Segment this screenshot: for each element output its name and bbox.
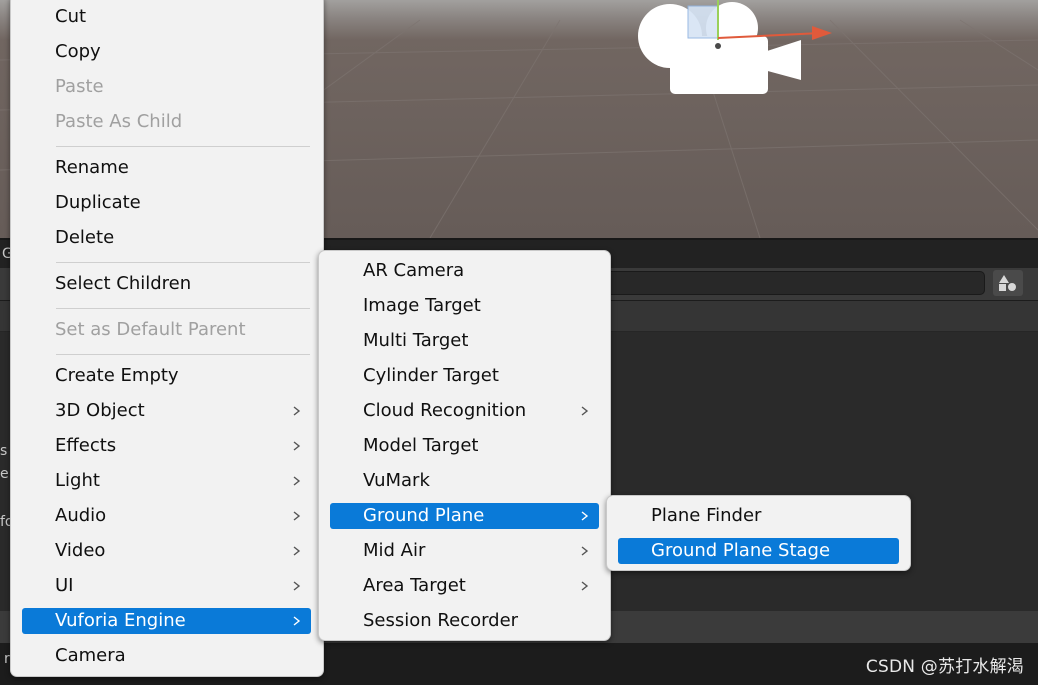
- menu-item-label: Create Empty: [55, 365, 179, 386]
- watermark: CSDN @苏打水解渴: [865, 657, 1024, 677]
- menu-item-label: Delete: [55, 227, 115, 248]
- menu-item-label: UI: [55, 575, 74, 596]
- menu-separator: [56, 308, 310, 309]
- menu-item-create-empty[interactable]: Create Empty: [22, 363, 311, 389]
- menu-item-audio[interactable]: Audio: [22, 503, 311, 529]
- menu-separator: [56, 262, 310, 263]
- menu-item-label: Light: [55, 470, 100, 491]
- menu-item-paste: Paste: [22, 74, 311, 100]
- chevron-right-icon: [581, 511, 589, 521]
- menu-item-duplicate[interactable]: Duplicate: [22, 190, 311, 216]
- menu-item-delete[interactable]: Delete: [22, 225, 311, 251]
- side-text-1: s: [0, 443, 8, 459]
- menu-item-label: Image Target: [363, 295, 481, 316]
- chevron-right-icon: [293, 581, 301, 591]
- menu-item-label: Effects: [55, 435, 117, 456]
- menu-item-label: Camera: [55, 645, 126, 666]
- menu-item-label: Paste As Child: [55, 111, 183, 132]
- menu-separator: [56, 354, 310, 355]
- menu-item-label: Ground Plane: [363, 505, 485, 526]
- chevron-right-icon: [581, 581, 589, 591]
- menu-item-3d-object[interactable]: 3D Object: [22, 398, 311, 424]
- menu-item-multi-target[interactable]: Multi Target: [330, 328, 599, 354]
- context-menu: Cut Copy Paste Paste As Child Rename Duplicat…: [10, 0, 324, 677]
- menu-item-cut[interactable]: Cut: [22, 4, 311, 30]
- menu-item-cylinder-target[interactable]: Cylinder Target: [330, 363, 599, 389]
- menu-item-effects[interactable]: Effects: [22, 433, 311, 459]
- menu-separator: [56, 146, 310, 147]
- menu-item-label: Video: [55, 540, 106, 561]
- menu-item-light[interactable]: Light: [22, 468, 311, 494]
- menu-item-label: Copy: [55, 41, 101, 62]
- menu-item-label: Cylinder Target: [363, 365, 499, 386]
- menu-item-label: Area Target: [363, 575, 466, 596]
- status-text: r: [4, 651, 10, 667]
- chevron-right-icon: [293, 546, 301, 556]
- filter-button[interactable]: [993, 270, 1023, 296]
- menu-item-label: Rename: [55, 157, 129, 178]
- menu-item-label: Paste: [55, 76, 104, 97]
- chevron-right-icon: [581, 406, 589, 416]
- chevron-right-icon: [293, 511, 301, 521]
- menu-item-ground-plane-stage[interactable]: Ground Plane Stage: [618, 538, 899, 564]
- menu-item-video[interactable]: Video: [22, 538, 311, 564]
- chevron-right-icon: [293, 616, 301, 626]
- chevron-right-icon: [293, 441, 301, 451]
- menu-item-label: Cut: [55, 6, 87, 27]
- menu-item-cloud-recognition[interactable]: Cloud Recognition: [330, 398, 599, 424]
- menu-item-label: Set as Default Parent: [55, 319, 246, 340]
- menu-item-select-children[interactable]: Select Children: [22, 271, 311, 297]
- chevron-right-icon: [581, 546, 589, 556]
- menu-item-label: Plane Finder: [651, 505, 762, 526]
- shapes-filter-icon: [999, 275, 1016, 291]
- menu-item-label: Session Recorder: [363, 610, 519, 631]
- menu-item-label: Ground Plane Stage: [651, 540, 831, 561]
- menu-item-ui[interactable]: UI: [22, 573, 311, 599]
- menu-item-set-as-default-parent: Set as Default Parent: [22, 317, 311, 343]
- menu-item-image-target[interactable]: Image Target: [330, 293, 599, 319]
- menu-item-ground-plane[interactable]: Ground Plane: [330, 503, 599, 529]
- menu-item-ar-camera[interactable]: AR Camera: [330, 258, 599, 284]
- menu-item-area-target[interactable]: Area Target: [330, 573, 599, 599]
- menu-item-vuforia-engine[interactable]: Vuforia Engine: [22, 608, 311, 634]
- menu-item-label: AR Camera: [363, 260, 465, 281]
- menu-item-mid-air[interactable]: Mid Air: [330, 538, 599, 564]
- menu-item-camera[interactable]: Camera: [22, 643, 311, 669]
- menu-item-plane-finder[interactable]: Plane Finder: [618, 503, 899, 529]
- camera-gizmo-icon[interactable]: [636, 0, 846, 100]
- menu-item-label: Duplicate: [55, 192, 141, 213]
- chevron-right-icon: [293, 406, 301, 416]
- menu-item-label: Cloud Recognition: [363, 400, 527, 421]
- menu-item-rename[interactable]: Rename: [22, 155, 311, 181]
- menu-item-copy[interactable]: Copy: [22, 39, 311, 65]
- menu-item-label: Model Target: [363, 435, 479, 456]
- menu-item-label: VuMark: [363, 470, 430, 491]
- menu-item-session-recorder[interactable]: Session Recorder: [330, 608, 599, 634]
- search-input[interactable]: [600, 271, 985, 295]
- vuforia-engine-submenu: AR Camera Image Target Multi Target Cylinde…: [318, 250, 611, 641]
- menu-item-label: Mid Air: [363, 540, 426, 561]
- menu-item-model-target[interactable]: Model Target: [330, 433, 599, 459]
- menu-item-label: Select Children: [55, 273, 192, 294]
- side-text-2: e: [0, 466, 9, 482]
- menu-item-vumark[interactable]: VuMark: [330, 468, 599, 494]
- ground-plane-submenu: Plane Finder Ground Plane Stage: [606, 495, 911, 571]
- menu-item-label: Vuforia Engine: [55, 610, 186, 631]
- menu-item-label: 3D Object: [55, 400, 145, 421]
- menu-item-label: Audio: [55, 505, 107, 526]
- chevron-right-icon: [293, 476, 301, 486]
- menu-item-paste-as-child: Paste As Child: [22, 109, 311, 135]
- menu-item-label: Multi Target: [363, 330, 469, 351]
